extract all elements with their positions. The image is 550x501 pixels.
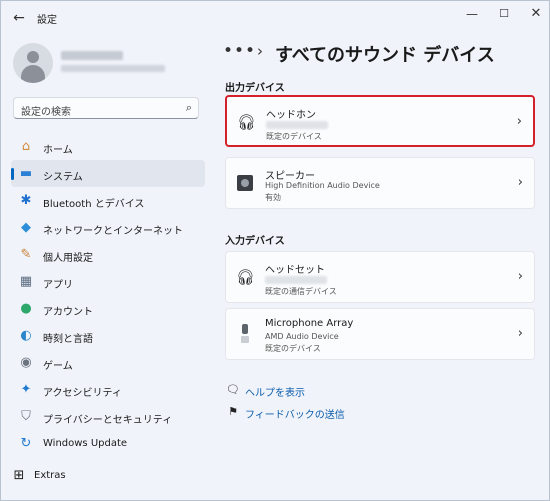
sidebar-nav: ⌂ ホーム ▬ システム ✱ Bluetooth とデバイス ◆ ネットワークとインターネット… (11, 133, 205, 457)
brush-icon: ✎ (20, 247, 32, 262)
sidebar-item-label: Windows Update (43, 438, 128, 449)
sidebar-item-label: Bluetooth とデバイス (43, 199, 145, 210)
sidebar-item-gamepad[interactable]: ◉ ゲーム (11, 349, 205, 376)
extras-icon: ⊞ (13, 468, 25, 483)
device-driver: High Definition Audio Device (265, 181, 380, 190)
feedback-link-text[interactable]: フィードバックの送信 (245, 406, 345, 421)
device-detail-redacted (265, 276, 327, 284)
bluetooth-icon: ✱ (20, 193, 32, 208)
search-icon: ⌕ (185, 101, 192, 114)
headphones-icon: 🎧︎ (237, 113, 257, 131)
sidebar-item-label: プライバシーとセキュリティ (43, 415, 173, 426)
search-placeholder: 設定の検索 (21, 107, 71, 118)
device-status: 既定の通信デバイス (265, 287, 337, 296)
breadcrumb-overflow-button[interactable]: ••• (223, 41, 256, 61)
user-email-redacted (61, 65, 165, 72)
sidebar-item-label: 時刻と言語 (43, 334, 93, 345)
device-name: Microphone Array (265, 318, 354, 329)
wifi-icon: ◆ (21, 220, 31, 235)
device-card-headphones[interactable]: 🎧︎ ヘッドホン 既定のデバイス › (225, 95, 535, 147)
device-card-speaker[interactable]: スピーカー High Definition Audio Device 有効 › (225, 157, 535, 209)
device-driver: AMD Audio Device (265, 332, 339, 341)
help-icon: 🗨︎ (226, 383, 240, 396)
account-icon: ● (20, 301, 32, 316)
home-icon: ⌂ (21, 139, 31, 154)
settings-window: ← 設定 — ☐ ✕ 設定の検索 ⌕ ⌂ ホーム ▬ システム ✱ Bluetooth と… (0, 0, 550, 501)
device-name: ヘッドセット (265, 265, 325, 276)
sidebar-item-apps[interactable]: ▦ アプリ (11, 268, 205, 295)
sidebar-item-label: ゲーム (43, 361, 73, 372)
accessibility-icon: ✦ (20, 382, 32, 397)
title-bar: ← 設定 — ☐ ✕ (1, 1, 549, 33)
sidebar-item-wifi[interactable]: ◆ ネットワークとインターネット (11, 214, 205, 241)
search-input[interactable]: 設定の検索 ⌕ (13, 97, 199, 119)
apps-icon: ▦ (19, 274, 33, 289)
sidebar-item-label: ホーム (43, 145, 73, 156)
chevron-right-icon: › (517, 326, 523, 341)
avatar[interactable] (13, 43, 53, 83)
chevron-right-icon: › (257, 42, 263, 60)
globe-clock-icon: ◐ (20, 328, 32, 343)
close-button[interactable]: ✕ (521, 5, 550, 23)
sidebar-item-label: アプリ (43, 280, 73, 291)
monitor-icon: ▬ (19, 166, 33, 181)
feedback-icon: ⚑ (228, 405, 238, 418)
output-devices-heading: 出力デバイス (225, 83, 285, 94)
sidebar-item-account[interactable]: ● アカウント (11, 295, 205, 322)
sidebar-item-globe-clock[interactable]: ◐ 時刻と言語 (11, 322, 205, 349)
speaker-icon (237, 175, 253, 191)
user-name-redacted (61, 51, 123, 60)
sidebar-item-shield[interactable]: ⛉ プライバシーとセキュリティ (11, 403, 205, 430)
sidebar-item-monitor[interactable]: ▬ システム (11, 160, 205, 187)
sidebar-item-label: Extras (34, 470, 66, 481)
device-card-microphone-array[interactable]: Microphone Array AMD Audio Device 既定のデバイ… (225, 308, 535, 360)
active-indicator (11, 168, 14, 180)
headset-icon: 🎧︎ (236, 268, 256, 286)
sidebar-item-home[interactable]: ⌂ ホーム (11, 133, 205, 160)
device-status: 既定のデバイス (265, 344, 321, 353)
sidebar-item-label: ネットワークとインターネット (43, 226, 183, 237)
help-link-text[interactable]: ヘルプを表示 (245, 384, 305, 399)
device-card-headset[interactable]: 🎧︎ ヘッドセット 既定の通信デバイス › (225, 251, 535, 303)
device-detail-redacted (266, 121, 328, 129)
sidebar-item-label: アクセシビリティ (43, 388, 122, 399)
gamepad-icon: ◉ (20, 355, 32, 370)
avatar-body-icon (21, 65, 45, 83)
device-status: 有効 (265, 193, 281, 202)
sidebar-item-bluetooth[interactable]: ✱ Bluetooth とデバイス (11, 187, 205, 214)
page-title: すべてのサウンド デバイス (275, 45, 495, 66)
device-status: 既定のデバイス (266, 132, 322, 141)
windows-update-icon: ↻ (20, 436, 32, 451)
microphone-icon (241, 324, 249, 344)
sidebar-item-extras[interactable]: ⊞ Extras (11, 466, 205, 488)
sidebar-item-label: システム (43, 172, 83, 183)
window-title: 設定 (37, 15, 57, 26)
sidebar-item-windows-update[interactable]: ↻ Windows Update (11, 430, 205, 457)
shield-icon: ⛉ (21, 409, 31, 424)
device-name: ヘッドホン (266, 110, 316, 121)
chevron-right-icon: › (517, 175, 523, 190)
avatar-head-icon (27, 51, 39, 63)
sidebar-item-accessibility[interactable]: ✦ アクセシビリティ (11, 376, 205, 403)
chevron-right-icon: › (516, 114, 522, 129)
device-name: スピーカー (265, 171, 315, 182)
input-devices-heading: 入力デバイス (225, 236, 285, 247)
chevron-right-icon: › (517, 269, 523, 284)
maximize-button[interactable]: ☐ (489, 5, 519, 23)
back-button[interactable]: ← (10, 9, 28, 27)
sidebar-item-brush[interactable]: ✎ 個人用設定 (11, 241, 205, 268)
sidebar-item-label: 個人用設定 (43, 253, 93, 264)
minimize-button[interactable]: — (457, 5, 487, 23)
sidebar-item-label: アカウント (43, 307, 93, 318)
